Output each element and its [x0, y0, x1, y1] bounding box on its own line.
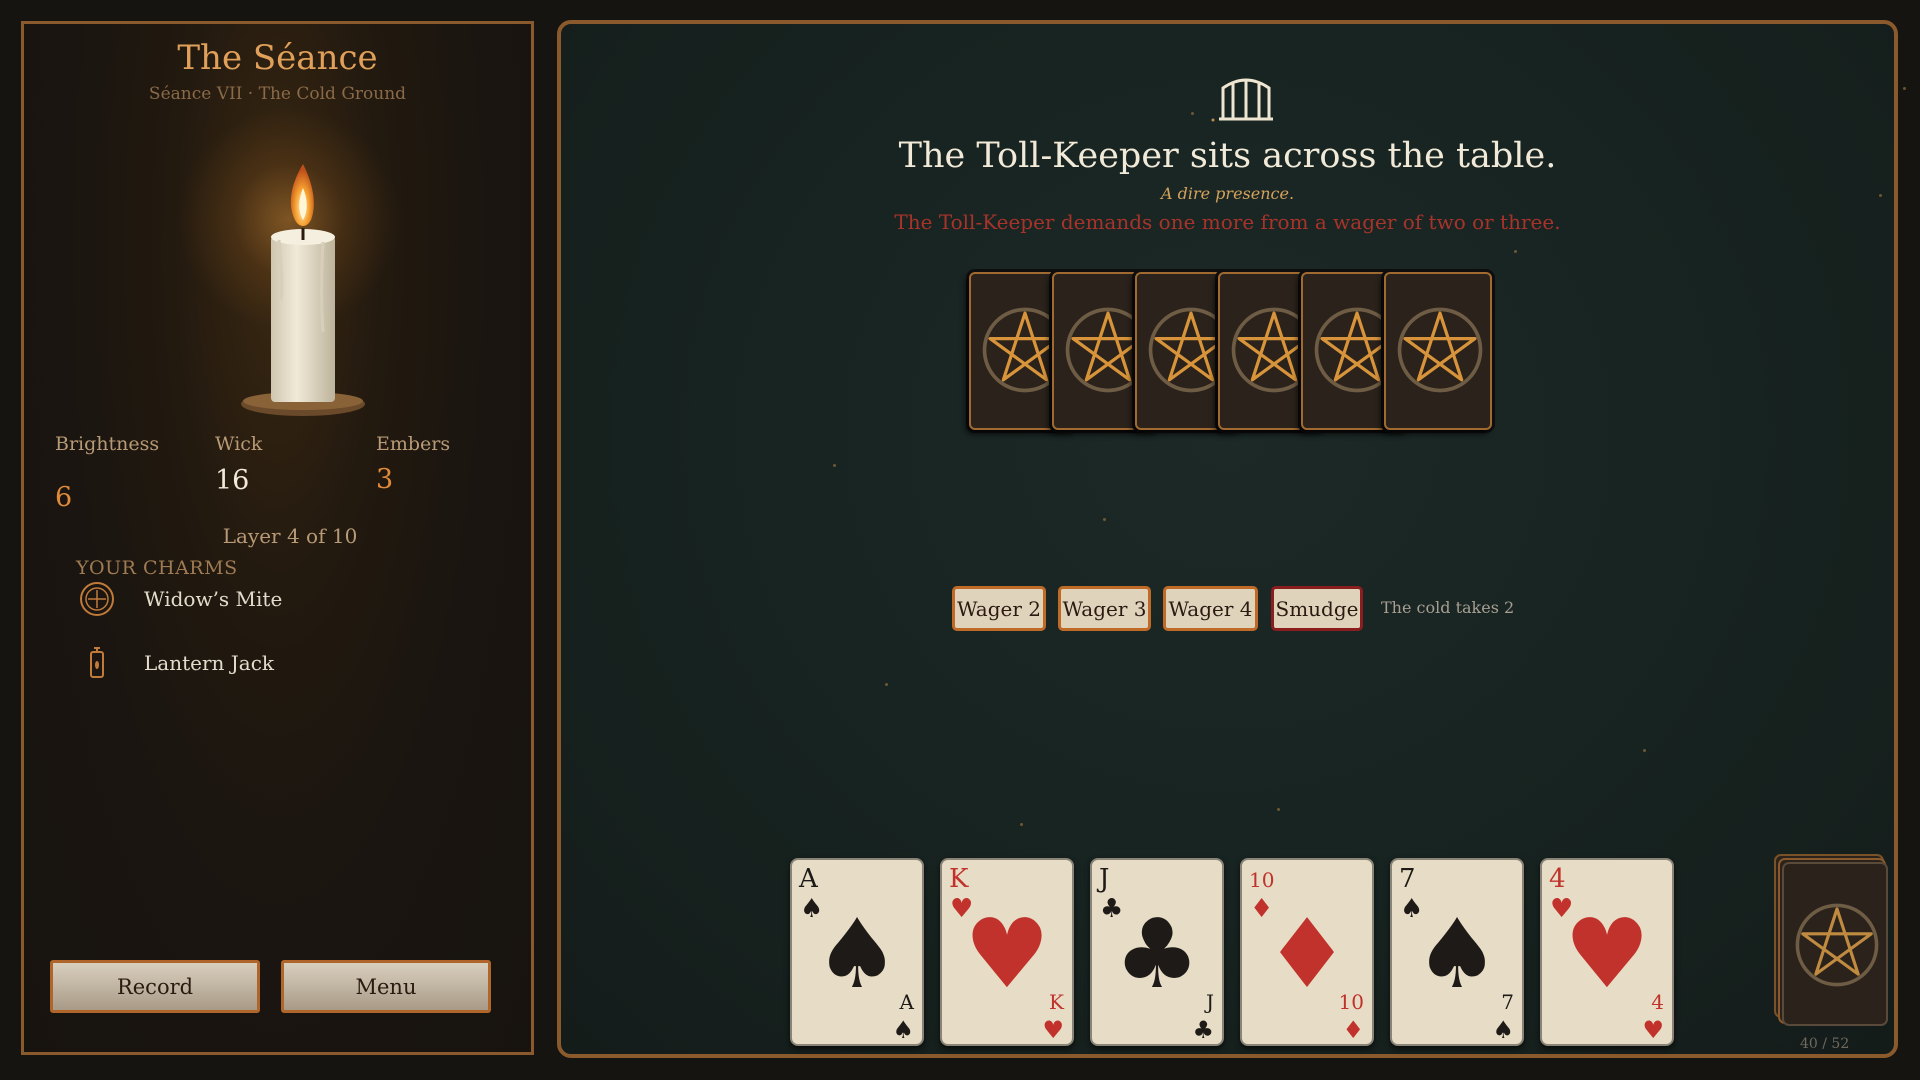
- card-rank: 7: [1399, 864, 1416, 894]
- encounter-demand: The Toll-Keeper demands one more from a …: [894, 210, 1561, 234]
- card-rank: J: [1099, 864, 1110, 894]
- panel-subtitle: Séance VII · The Cold Ground: [148, 84, 407, 104]
- embers-value: 3: [376, 464, 394, 495]
- encounter-title: The Toll-Keeper sits across the table.: [898, 136, 1557, 176]
- charms-heading: YOUR CHARMS: [76, 557, 238, 579]
- charm-label: Widow’s Mite: [144, 587, 283, 611]
- candle-icon: [179, 104, 399, 434]
- enemy-card-back: [1384, 272, 1492, 430]
- card-rank: K: [949, 864, 969, 894]
- wager-4-button[interactable]: Wager 4: [1163, 586, 1258, 631]
- deck-count: 40 / 52: [1800, 1036, 1850, 1052]
- card-rank: 10: [1338, 990, 1364, 1014]
- card-rank: 4: [1651, 990, 1664, 1014]
- wager-2-button[interactable]: Wager 2: [952, 586, 1046, 631]
- card-suit: ♠: [892, 1016, 914, 1044]
- card-rank: J: [1205, 990, 1214, 1014]
- wick-label: Wick: [215, 433, 263, 455]
- playing-card[interactable]: 4 ♥ ♥ 4 ♥: [1540, 858, 1674, 1046]
- card-suit: ♣: [1192, 1016, 1214, 1044]
- card-rank: A: [899, 990, 914, 1014]
- card-suit: ♥: [1642, 1016, 1664, 1044]
- playing-card[interactable]: 10 ♦ ♦ 10 ♦: [1240, 858, 1374, 1046]
- draw-pile[interactable]: [1774, 854, 1888, 1026]
- coin-icon: [79, 581, 115, 617]
- layer-progress: Layer 4 of 10: [222, 524, 358, 548]
- seance-panel: The Séance Séance VII · The Cold Ground: [21, 21, 534, 1055]
- card-suit: ♦: [1342, 1016, 1364, 1044]
- pentacle-icon: [1795, 903, 1879, 987]
- charm-label: Lantern Jack: [144, 651, 275, 675]
- wager-3-button[interactable]: Wager 3: [1058, 586, 1151, 631]
- lantern-icon: [79, 645, 115, 681]
- card-pip: ♥: [963, 898, 1051, 1010]
- playing-card[interactable]: 7 ♠ ♠ 7 ♠: [1390, 858, 1524, 1046]
- card-pip: ♦: [1263, 898, 1351, 1010]
- smudge-button[interactable]: Smudge: [1271, 586, 1363, 631]
- brightness-label: Brightness: [55, 433, 160, 455]
- menu-button[interactable]: Menu: [281, 960, 491, 1013]
- playing-card[interactable]: J ♣ ♣ J ♣: [1090, 858, 1224, 1046]
- encounter-subtitle: A dire presence.: [1160, 184, 1295, 203]
- playing-card[interactable]: A ♠ ♠ A ♠: [790, 858, 924, 1046]
- playing-card[interactable]: K ♥ ♥ K ♥: [940, 858, 1074, 1046]
- gate-icon: [1201, 68, 1291, 138]
- card-suit: ♠: [1492, 1016, 1514, 1044]
- record-button[interactable]: Record: [50, 960, 260, 1013]
- pentacle-icon: [1397, 307, 1483, 393]
- card-rank: K: [1049, 990, 1064, 1014]
- wick-value: 16: [215, 465, 250, 496]
- card-rank: 7: [1501, 990, 1514, 1014]
- card-suit: ♥: [1042, 1016, 1064, 1044]
- action-note: The cold takes 2: [1381, 598, 1515, 617]
- brightness-value: 6: [55, 482, 73, 513]
- card-pip: ♠: [1413, 898, 1501, 1010]
- table-panel: The Toll-Keeper sits across the table. A…: [557, 20, 1906, 1058]
- panel-title: The Séance: [177, 38, 378, 78]
- card-rank: A: [799, 864, 818, 894]
- card-pip: ♥: [1563, 898, 1651, 1010]
- card-rank: 4: [1549, 864, 1566, 894]
- card-pip: ♠: [813, 898, 901, 1010]
- embers-label: Embers: [376, 433, 451, 455]
- card-rank: 10: [1249, 868, 1275, 892]
- card-pip: ♣: [1113, 898, 1201, 1010]
